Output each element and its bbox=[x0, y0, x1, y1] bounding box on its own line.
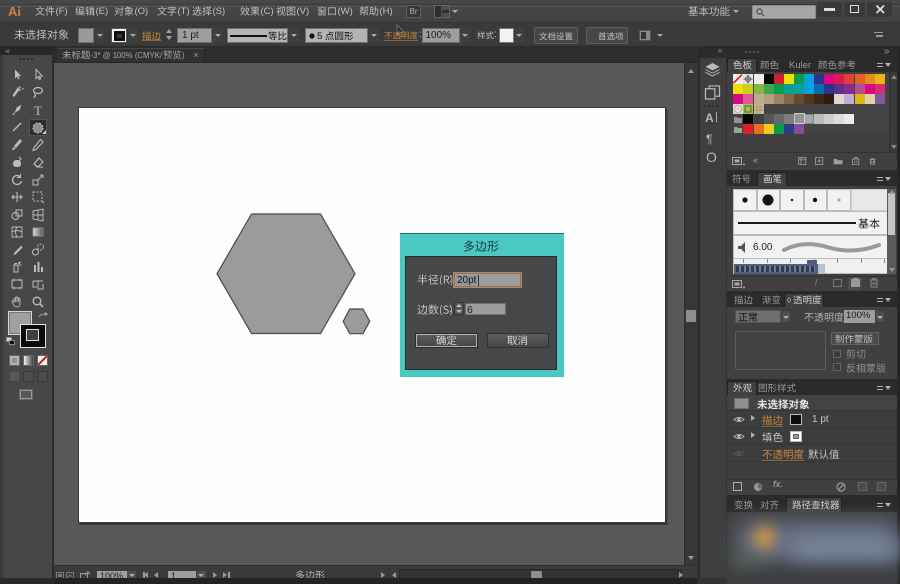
svg-text:T: T bbox=[34, 103, 42, 118]
